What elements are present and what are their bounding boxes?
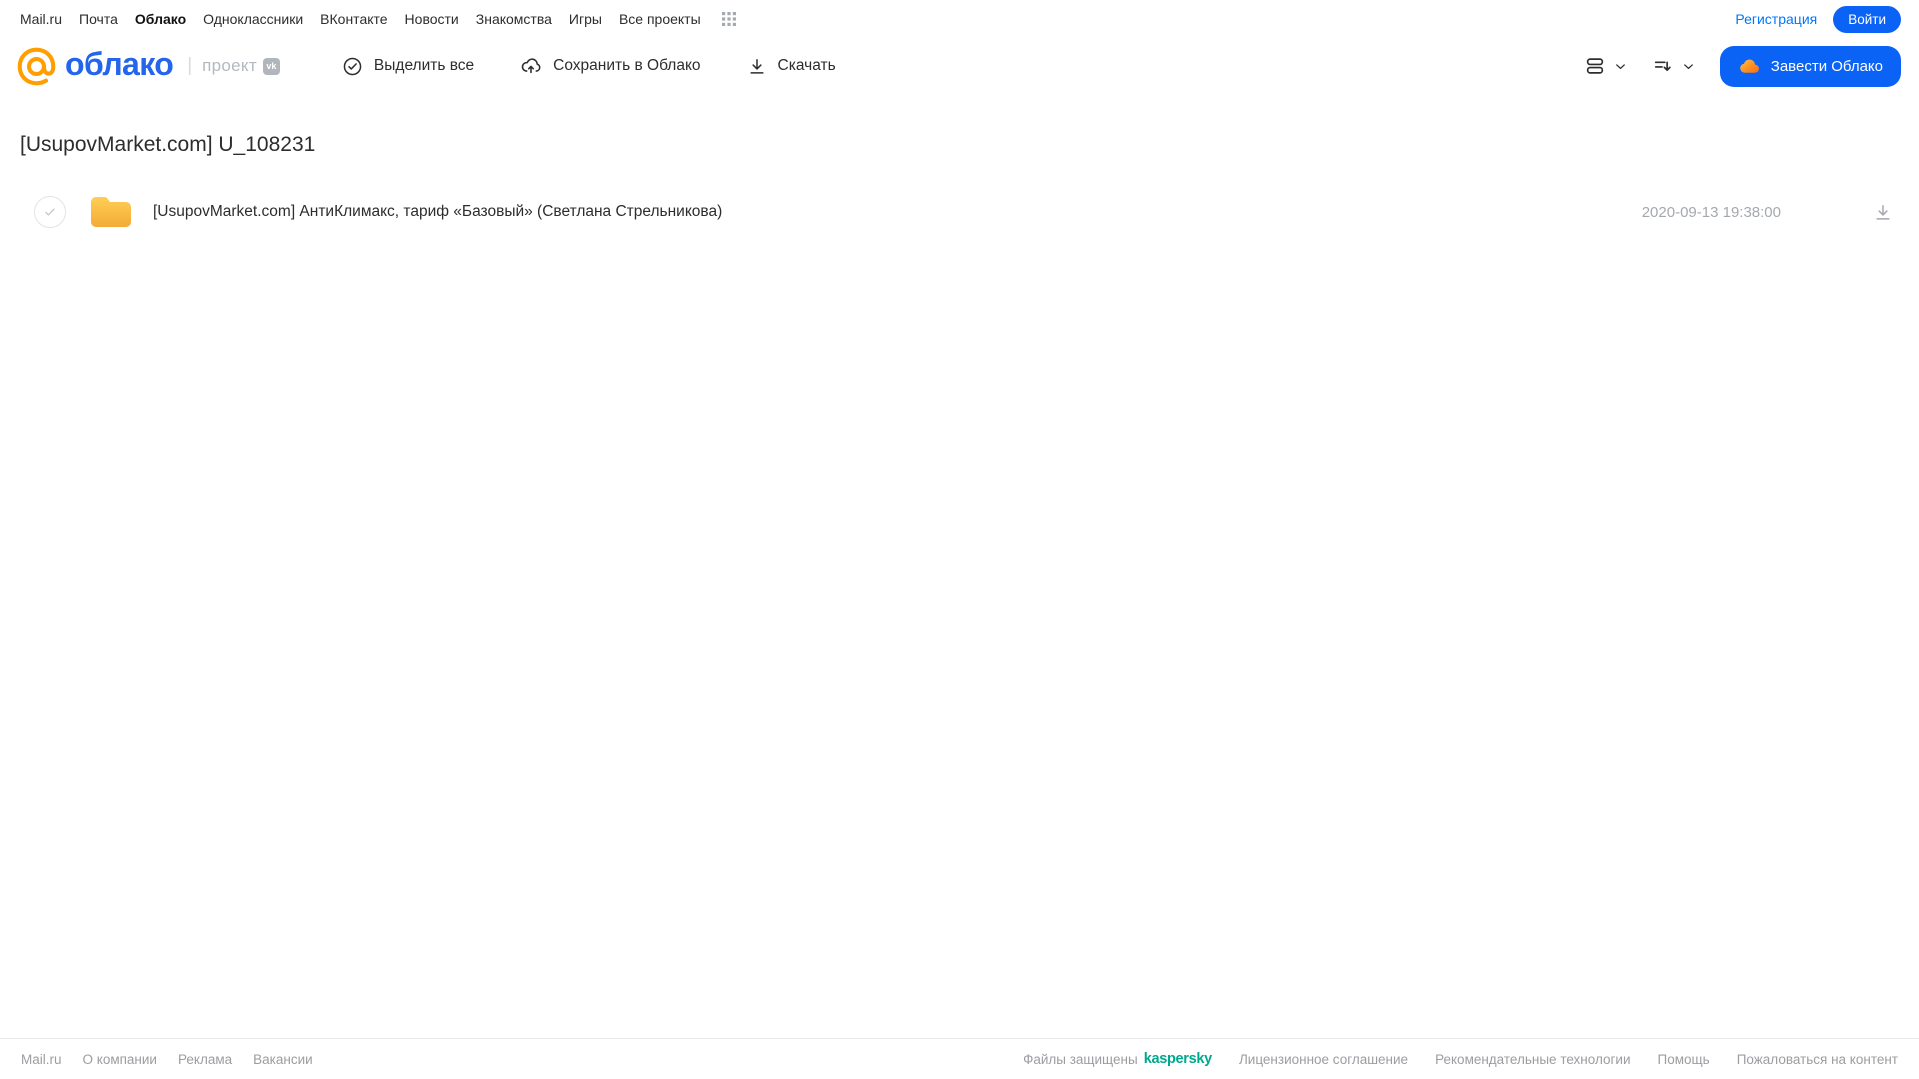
brand-name: облако bbox=[65, 46, 174, 82]
nav-vkontakte[interactable]: ВКонтакте bbox=[320, 11, 387, 27]
check-circle-icon bbox=[342, 56, 363, 77]
footer-ads-link[interactable]: Реклама bbox=[178, 1052, 232, 1067]
create-cloud-label: Завести Облако bbox=[1770, 57, 1883, 75]
project-label: проект bbox=[202, 56, 257, 75]
nav-novosti[interactable]: Новости bbox=[405, 11, 459, 27]
footer-recommendations-link[interactable]: Рекомендательные технологии bbox=[1435, 1052, 1630, 1067]
footer-left-links: Mail.ru О компании Реклама Вакансии bbox=[21, 1052, 313, 1067]
page-footer: Mail.ru О компании Реклама Вакансии Файл… bbox=[0, 1038, 1919, 1079]
register-link[interactable]: Регистрация bbox=[1735, 11, 1817, 27]
file-row: [UsupovMarket.com] АнтиКлимакс, тариф «Б… bbox=[0, 186, 1919, 238]
chevron-down-icon bbox=[1681, 59, 1696, 74]
sort-dropdown[interactable] bbox=[1652, 55, 1696, 77]
nav-igry[interactable]: Игры bbox=[569, 11, 602, 27]
chevron-down-icon bbox=[1613, 59, 1628, 74]
nav-mailru[interactable]: Mail.ru bbox=[20, 11, 62, 27]
apps-grid-icon[interactable] bbox=[721, 12, 736, 26]
save-to-cloud-button[interactable]: Сохранить в Облако bbox=[520, 55, 701, 77]
footer-mailru-link[interactable]: Mail.ru bbox=[21, 1052, 62, 1067]
download-label: Скачать bbox=[777, 57, 836, 74]
footer-license-link[interactable]: Лицензионное соглашение bbox=[1239, 1052, 1408, 1067]
nav-oblako[interactable]: Облако bbox=[135, 11, 186, 27]
cloud-toolbar: облако | проект vk Выделить все Сохранит… bbox=[0, 36, 1919, 96]
toolbar-right-controls: Завести Облако bbox=[1584, 45, 1901, 87]
mailru-at-icon bbox=[16, 46, 57, 87]
nav-vse-proekty[interactable]: Все проекты bbox=[619, 11, 701, 27]
file-name-link[interactable]: [UsupovMarket.com] АнтиКлимакс, тариф «Б… bbox=[153, 203, 722, 221]
create-cloud-button[interactable]: Завести Облако bbox=[1719, 45, 1901, 87]
portal-links: Mail.ru Почта Облако Одноклассники ВКонт… bbox=[20, 11, 736, 27]
select-all-label: Выделить все bbox=[373, 57, 475, 74]
footer-help-link[interactable]: Помощь bbox=[1658, 1052, 1710, 1067]
select-all-button[interactable]: Выделить все bbox=[342, 56, 474, 77]
footer-right-links: Файлы защищены kaspersky Лицензионное со… bbox=[1023, 1051, 1898, 1067]
cloud-icon bbox=[1738, 55, 1761, 78]
portal-navbar: Mail.ru Почта Облако Одноклассники ВКонт… bbox=[0, 0, 1919, 36]
auth-controls: Регистрация Войти bbox=[1735, 5, 1901, 33]
save-to-cloud-label: Сохранить в Облако bbox=[553, 57, 701, 74]
download-button[interactable]: Скачать bbox=[747, 56, 836, 76]
footer-about-link[interactable]: О компании bbox=[83, 1052, 157, 1067]
download-icon bbox=[747, 56, 767, 76]
kaspersky-protected: Файлы защищены kaspersky bbox=[1023, 1051, 1212, 1067]
cloud-logo[interactable]: облако | проект vk bbox=[16, 46, 280, 87]
footer-report-link[interactable]: Пожаловаться на контент bbox=[1737, 1052, 1898, 1067]
kaspersky-logo[interactable]: kaspersky bbox=[1144, 1051, 1213, 1067]
folder-icon[interactable] bbox=[88, 193, 134, 231]
checkmark-icon bbox=[45, 208, 55, 216]
logo-divider: | bbox=[187, 55, 193, 76]
cloud-upload-icon bbox=[520, 55, 542, 77]
login-button[interactable]: Войти bbox=[1833, 5, 1901, 33]
file-checkbox[interactable] bbox=[34, 196, 66, 228]
file-download-button[interactable] bbox=[1873, 202, 1893, 222]
footer-jobs-link[interactable]: Вакансии bbox=[253, 1052, 313, 1067]
protected-label: Файлы защищены bbox=[1023, 1051, 1138, 1067]
page-title: [UsupovMarket.com] U_108231 bbox=[20, 133, 316, 156]
nav-odnoklassniki[interactable]: Одноклассники bbox=[203, 11, 303, 27]
download-icon bbox=[1876, 205, 1890, 220]
file-modified-date: 2020-09-13 19:38:00 bbox=[1641, 203, 1781, 221]
nav-znakomstva[interactable]: Знакомства bbox=[476, 11, 552, 27]
sort-icon bbox=[1652, 55, 1674, 77]
vk-badge-icon: vk bbox=[262, 57, 280, 75]
view-mode-dropdown[interactable] bbox=[1584, 55, 1628, 77]
nav-pochta[interactable]: Почта bbox=[79, 11, 118, 27]
view-rows-icon bbox=[1584, 55, 1606, 77]
file-actions: Выделить все Сохранить в Облако Скачать bbox=[342, 55, 836, 77]
